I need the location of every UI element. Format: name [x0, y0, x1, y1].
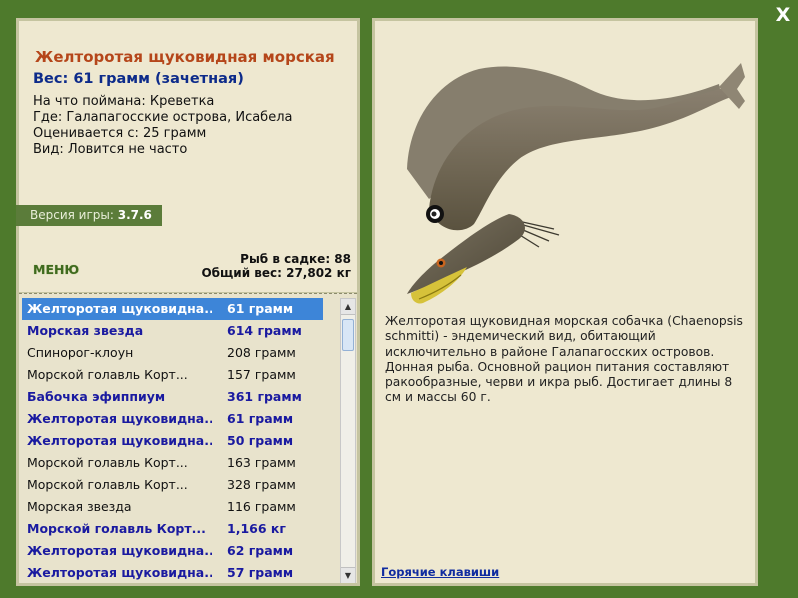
fish-description: Желторотая щуковидная морская собачка (C… [385, 314, 743, 405]
list-item-name: Желторотая щуковидна... [27, 433, 212, 448]
list-item-name: Морская звезда [27, 323, 144, 338]
fish-detail-panel: Желторотая щуковидная морская собачка (C… [372, 18, 758, 586]
list-item-name: Желторотая щуковидна... [27, 411, 212, 426]
list-item-weight: 208 грамм [227, 345, 296, 360]
list-item-weight: 116 грамм [227, 499, 296, 514]
list-scrollbar[interactable]: ▲ ▼ [340, 298, 356, 583]
location-text: Где: Галапагосские острова, Исабела [33, 110, 293, 125]
catch-info-panel: Желторотая щуковидная морская Вес: 61 гр… [16, 18, 360, 295]
list-item-weight: 57 грамм [227, 565, 294, 580]
list-item[interactable]: Морской голавль Корт... 328 грамм [22, 474, 323, 496]
divider [19, 293, 357, 294]
scroll-thumb[interactable] [342, 319, 354, 351]
list-item[interactable]: Морская звезда 116 грамм [22, 496, 323, 518]
list-item-name: Желторотая щуковидна... [27, 565, 212, 580]
hotkeys-link[interactable]: Горячие клавиши [381, 565, 499, 579]
list-item[interactable]: Спинорог-клоун 208 грамм [22, 342, 323, 364]
bait-text: На что поймана: Креветка [33, 94, 215, 109]
list-item-weight: 50 грамм [227, 433, 294, 448]
list-item-name: Морской голавль Корт... [27, 521, 206, 536]
value-text: Оценивается с: 25 грамм [33, 126, 207, 141]
list-item-weight: 1,166 кг [227, 521, 286, 536]
list-item[interactable]: Желторотая щуковидна... 57 грамм [22, 562, 323, 584]
menu-button[interactable]: МЕНЮ [33, 262, 79, 277]
list-item-weight: 62 грамм [227, 543, 294, 558]
fish-photo [407, 63, 745, 304]
list-item[interactable]: Желторотая щуковидна... 61 грамм [22, 298, 323, 320]
list-item-name: Желторотая щуковидна... [27, 543, 212, 558]
fish-list-panel: Желторотая щуковидна... 61 грамм Морская з… [16, 293, 360, 586]
fish-count: Рыб в садке: 88 [240, 252, 351, 266]
rarity-text: Вид: Ловится не часто [33, 142, 188, 157]
list-item-name: Спинорог-клоун [27, 345, 134, 360]
list-item-name: Бабочка эфиппиум [27, 389, 166, 404]
scroll-down-button[interactable]: ▼ [341, 567, 355, 583]
list-item[interactable]: Желторотая щуковидна... 62 грамм [22, 540, 323, 562]
list-item[interactable]: Бабочка эфиппиум 361 грамм [22, 386, 323, 408]
list-item-weight: 61 грамм [227, 411, 294, 426]
scroll-up-button[interactable]: ▲ [341, 299, 355, 315]
version-label: Версия игры: [30, 208, 114, 222]
total-weight: Общий вес: 27,802 кг [201, 266, 351, 280]
list-item-name: Желторотая щуковидна... [27, 301, 212, 316]
list-item-weight: 361 грамм [227, 389, 302, 404]
fish-list: Желторотая щуковидна... 61 грамм Морская з… [22, 298, 323, 584]
close-button[interactable]: X [772, 4, 794, 26]
list-item-name: Морской голавль Корт... [27, 477, 188, 492]
list-item-name: Морской голавль Корт... [27, 367, 188, 382]
catch-details: На что поймана: Креветка Где: Галапагосс… [33, 94, 292, 158]
list-item-name: Морской голавль Корт... [27, 455, 188, 470]
list-item-weight: 614 грамм [227, 323, 302, 338]
fish-title: Желторотая щуковидная морская [35, 48, 335, 66]
version-number: 3.7.6 [117, 208, 152, 222]
version-badge: Версия игры: 3.7.6 [16, 205, 162, 226]
list-item[interactable]: Морской голавль Корт... 1,166 кг [22, 518, 323, 540]
list-item[interactable]: Морской голавль Корт... 163 грамм [22, 452, 323, 474]
list-item[interactable]: Морской голавль Корт... 157 грамм [22, 364, 323, 386]
list-item[interactable]: Морская звезда 614 грамм [22, 320, 323, 342]
list-item-weight: 328 грамм [227, 477, 296, 492]
list-item-weight: 61 грамм [227, 301, 294, 316]
list-item-name: Морская звезда [27, 499, 132, 514]
list-item[interactable]: Желторотая щуковидна... 50 грамм [22, 430, 323, 452]
list-item-weight: 157 грамм [227, 367, 296, 382]
fish-weight: Вес: 61 грамм (зачетная) [33, 71, 244, 87]
list-item[interactable]: Желторотая щуковидна... 61 грамм [22, 408, 323, 430]
list-item-weight: 163 грамм [227, 455, 296, 470]
keepnet-stats: Рыб в садке: 88 Общий вес: 27,802 кг [201, 252, 351, 280]
